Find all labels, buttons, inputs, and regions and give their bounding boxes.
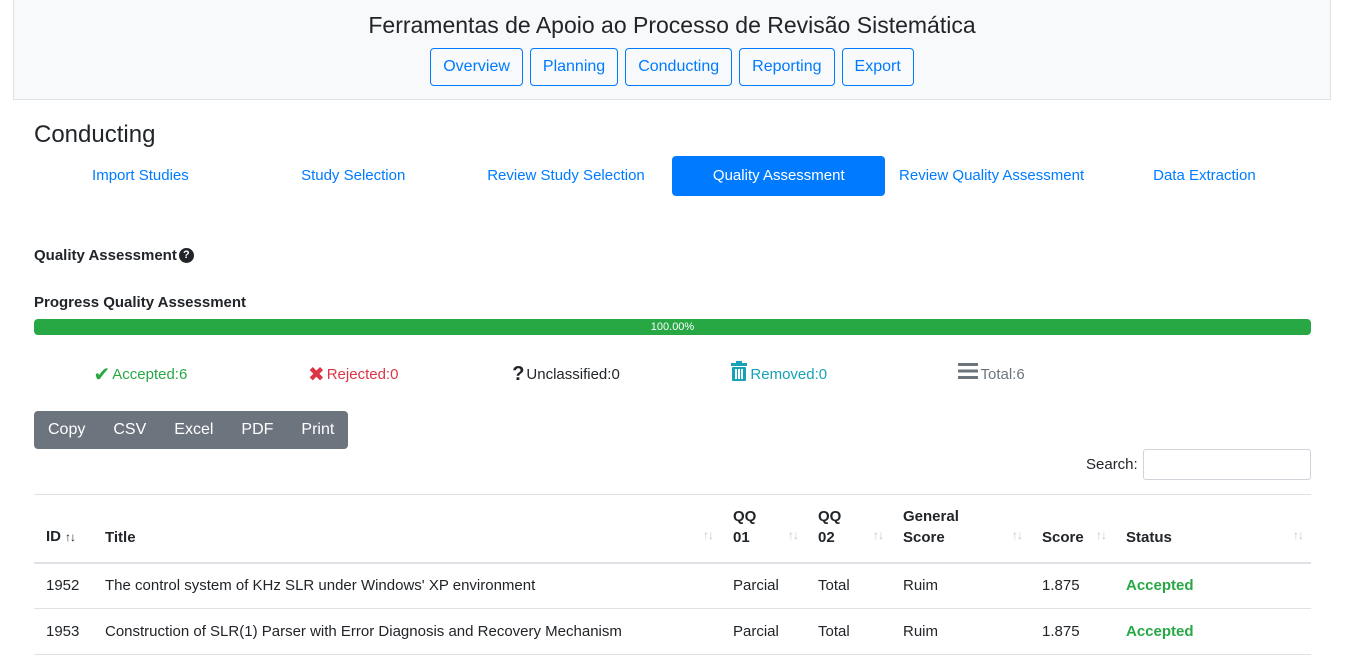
stat-total-label: Total:	[980, 365, 1017, 383]
pdf-button[interactable]: PDF	[227, 411, 287, 449]
table-row[interactable]: 1952 The control system of KHz SLR under…	[34, 562, 1311, 609]
excel-button[interactable]: Excel	[160, 411, 227, 449]
cell-general-score: Ruim	[891, 562, 1030, 609]
export-button-group: Copy CSV Excel PDF Print	[34, 411, 349, 449]
cell-id: 1952	[34, 562, 93, 609]
sort-icon: ↑↓	[788, 527, 799, 542]
sort-icon: ↑↓	[703, 527, 714, 542]
top-header: Ferramentas de Apoio ao Processo de Revi…	[13, 0, 1331, 100]
column-header-qq01[interactable]: QQ 01 ↑↓	[721, 494, 806, 564]
stat-unclassified-label: Unclassified:	[526, 365, 612, 383]
nav-overview-button[interactable]: Overview	[430, 48, 523, 86]
cell-qq02: Total	[806, 608, 891, 655]
sort-icon: ↑↓	[1096, 527, 1107, 542]
question-circle-icon[interactable]: ?	[178, 248, 194, 263]
tab-review-study-selection[interactable]: Review Study Selection	[460, 156, 673, 196]
page-title: Conducting	[34, 121, 156, 148]
column-header-id[interactable]: ID ↑↓	[34, 494, 93, 564]
search-input[interactable]	[1143, 449, 1311, 480]
list-icon	[958, 362, 979, 386]
studies-table: ID ↑↓ Title ↑↓ QQ 01 ↑↓ QQ 02 ↑↓ General Sco…	[34, 494, 1311, 655]
check-icon: ✔	[93, 363, 111, 386]
cell-general-score: Ruim	[891, 608, 1030, 655]
stat-unclassified: ? Unclassified: 0	[460, 360, 673, 388]
tab-study-selection[interactable]: Study Selection	[247, 156, 460, 196]
cell-status: Accepted	[1114, 608, 1311, 655]
nav-conducting-button[interactable]: Conducting	[625, 48, 733, 86]
sort-icon: ↑↓	[1012, 527, 1023, 542]
cell-score: 1.875	[1030, 562, 1114, 609]
csv-button[interactable]: CSV	[99, 411, 160, 449]
stat-removed: Removed: 0	[672, 360, 885, 388]
progress-bar-fill: 100.00%	[34, 319, 1311, 335]
stat-accepted-value: 6	[178, 365, 188, 383]
tab-import-studies[interactable]: Import Studies	[34, 156, 247, 196]
cell-qq01: Parcial	[721, 562, 806, 609]
stat-total: Total: 6	[885, 360, 1098, 388]
sort-asc-icon: ↑↓	[65, 529, 76, 544]
classification-stats: ✔ Accepted: 6 ✖ Rejected: 0 ? Unclassifi…	[34, 360, 1311, 388]
cell-status: Accepted	[1114, 562, 1311, 609]
copy-button[interactable]: Copy	[34, 411, 99, 449]
sort-icon: ↑↓	[1293, 527, 1304, 542]
table-header-row: ID ↑↓ Title ↑↓ QQ 01 ↑↓ QQ 02 ↑↓ General Sco…	[34, 494, 1311, 564]
question-icon: ?	[512, 362, 525, 385]
tab-data-extraction[interactable]: Data Extraction	[1098, 156, 1311, 196]
table-row[interactable]: 1953 Construction of SLR(1) Parser with …	[34, 608, 1311, 655]
cell-id: 1953	[34, 608, 93, 655]
stat-total-value: 6	[1016, 365, 1025, 383]
cell-score: 1.875	[1030, 608, 1114, 655]
sort-icon: ↑↓	[873, 527, 884, 542]
section-title: Quality Assessment ?	[34, 247, 194, 264]
progress-label: Progress Quality Assessment	[34, 294, 247, 311]
cell-qq02: Total	[806, 562, 891, 609]
column-header-score[interactable]: Score ↑↓	[1030, 494, 1114, 564]
trash-icon	[730, 361, 748, 387]
progress-bar: 100.00%	[34, 319, 1311, 335]
stat-unclassified-value: 0	[611, 365, 620, 383]
stat-removed-value: 0	[818, 365, 828, 383]
x-icon: ✖	[307, 363, 325, 386]
stat-accepted-label: Accepted:	[112, 365, 179, 383]
conducting-tabs: Import Studies Study Selection Review St…	[34, 156, 1311, 196]
tab-review-quality-assessment[interactable]: Review Quality Assessment	[885, 156, 1098, 196]
cell-title: Construction of SLR(1) Parser with Error…	[93, 608, 721, 655]
stat-rejected-value: 0	[390, 365, 399, 383]
nav-reporting-button[interactable]: Reporting	[739, 48, 835, 86]
section-title-text: Quality Assessment	[34, 247, 177, 264]
column-header-status[interactable]: Status ↑↓	[1114, 494, 1311, 564]
nav-planning-button[interactable]: Planning	[529, 48, 619, 86]
main-nav: Overview Planning Conducting Reporting E…	[14, 48, 1330, 86]
column-header-general-score[interactable]: General Score ↑↓	[891, 494, 1030, 564]
tab-quality-assessment[interactable]: Quality Assessment	[672, 156, 886, 196]
cell-qq01: Parcial	[721, 608, 806, 655]
stat-accepted: ✔ Accepted: 6	[34, 360, 247, 388]
print-button[interactable]: Print	[287, 411, 348, 449]
column-header-title[interactable]: Title ↑↓	[93, 494, 721, 564]
nav-export-button[interactable]: Export	[841, 48, 914, 86]
column-header-qq02[interactable]: QQ 02 ↑↓	[806, 494, 891, 564]
site-title: Ferramentas de Apoio ao Processo de Revi…	[368, 12, 976, 38]
stat-removed-label: Removed:	[750, 365, 819, 383]
cell-title: The control system of KHz SLR under Wind…	[93, 562, 721, 609]
search-label: Search:	[1086, 456, 1138, 473]
stat-rejected: ✖ Rejected: 0	[247, 360, 460, 388]
stat-rejected-label: Rejected:	[326, 365, 391, 383]
